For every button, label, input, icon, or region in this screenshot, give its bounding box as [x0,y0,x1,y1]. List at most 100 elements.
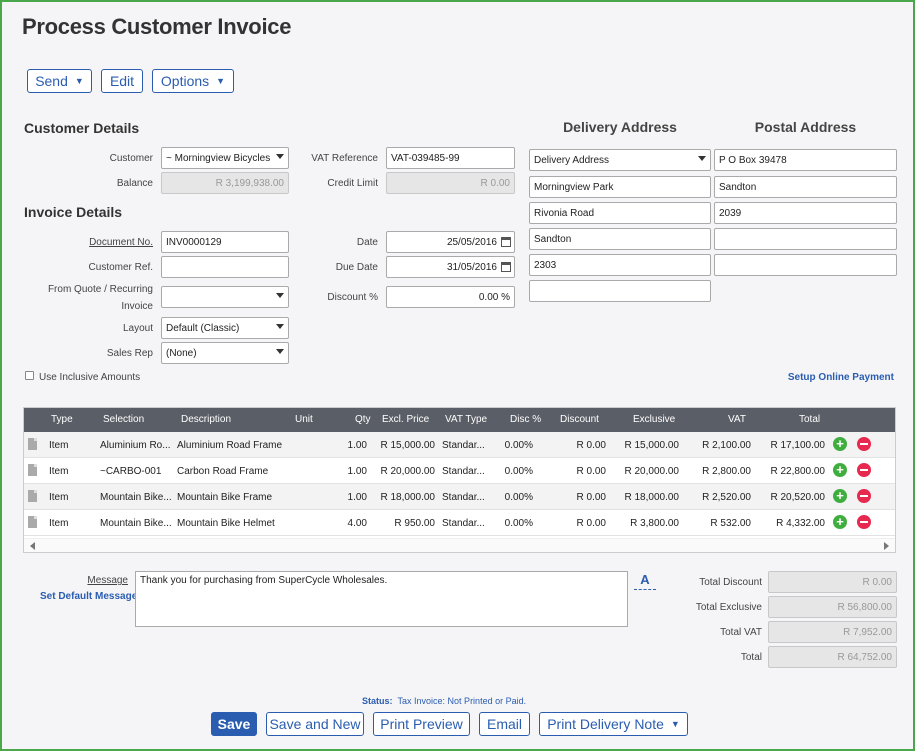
cell-total[interactable]: R 4,332.00 [776,518,825,529]
header-type[interactable]: Type [51,414,73,425]
cell-selection[interactable]: Aluminium Ro... [100,440,171,451]
table-row[interactable]: Item Mountain Bike... Mountain Bike Fram… [24,484,895,510]
delivery-address-line-3[interactable]: Sandton [529,228,711,250]
cell-exclusive[interactable]: R 3,800.00 [630,518,679,529]
cell-exclusive[interactable]: R 18,000.00 [625,492,680,503]
set-default-message-link[interactable]: Set Default Message [40,591,137,602]
header-unit[interactable]: Unit [295,414,313,425]
cell-type[interactable]: Item [49,466,68,477]
remove-row-icon[interactable] [857,515,871,529]
cell-description[interactable]: Mountain Bike Frame [177,492,272,503]
options-button[interactable]: Options ▼ [152,69,234,93]
cell-vat-type[interactable]: Standar... [442,518,485,529]
cell-discount[interactable]: R 0.00 [577,518,606,529]
document-icon[interactable] [28,516,37,528]
cell-selection[interactable]: Mountain Bike... [100,492,172,503]
postal-address-line-3[interactable]: 2039 [714,202,897,224]
cell-qty[interactable]: 1.00 [348,492,367,503]
postal-address-line-4[interactable] [714,228,897,250]
table-row[interactable]: Item Aluminium Ro... Aluminium Road Fram… [24,432,895,458]
vat-reference-input[interactable]: VAT-039485-99 [386,147,515,169]
cell-exclusive[interactable]: R 20,000.00 [625,466,680,477]
add-row-icon[interactable]: + [833,437,847,451]
cell-description[interactable]: Carbon Road Frame [177,466,268,477]
cell-total[interactable]: R 17,100.00 [771,440,826,451]
cell-type[interactable]: Item [49,518,68,529]
cell-vat-type[interactable]: Standar... [442,466,485,477]
delivery-address-select[interactable]: Delivery Address [529,149,711,171]
document-icon[interactable] [28,490,37,502]
cell-excl-price[interactable]: R 15,000.00 [381,440,436,451]
cell-excl-price[interactable]: R 18,000.00 [381,492,436,503]
customer-select[interactable]: ~ Morningview Bicycles [161,147,289,169]
header-description[interactable]: Description [181,414,231,425]
add-row-icon[interactable]: + [833,463,847,477]
cell-total[interactable]: R 22,800.00 [771,466,826,477]
inclusive-amounts-checkbox[interactable] [25,371,34,380]
cell-vat-type[interactable]: Standar... [442,440,485,451]
calendar-icon[interactable] [501,262,511,272]
cell-vat[interactable]: R 2,100.00 [702,440,751,451]
sales-rep-select[interactable]: (None) [161,342,289,364]
cell-disc-pct[interactable]: 0.00% [505,492,533,503]
header-selection[interactable]: Selection [103,414,144,425]
scroll-right-icon[interactable] [884,542,889,550]
cell-exclusive[interactable]: R 15,000.00 [625,440,680,451]
send-button[interactable]: Send ▼ [27,69,92,93]
cell-disc-pct[interactable]: 0.00% [505,518,533,529]
postal-address-line-2[interactable]: Sandton [714,176,897,198]
cell-type[interactable]: Item [49,440,68,451]
delivery-address-line-1[interactable]: Morningview Park [529,176,711,198]
table-row[interactable]: Item ~CARBO-001 Carbon Road Frame 1.00 R… [24,458,895,484]
cell-vat[interactable]: R 2,520.00 [702,492,751,503]
header-total[interactable]: Total [799,414,820,425]
cell-vat[interactable]: R 532.00 [710,518,751,529]
document-icon[interactable] [28,464,37,476]
document-no-input[interactable]: INV0000129 [161,231,289,253]
cell-excl-price[interactable]: R 950.00 [394,518,435,529]
cell-type[interactable]: Item [49,492,68,503]
header-disc-pct[interactable]: Disc % [510,414,541,425]
due-date-input[interactable]: 31/05/2016 [386,256,515,278]
delivery-address-line-5[interactable] [529,280,711,302]
cell-selection[interactable]: Mountain Bike... [100,518,172,529]
email-button[interactable]: Email [479,712,530,736]
layout-select[interactable]: Default (Classic) [161,317,289,339]
delivery-address-line-4[interactable]: 2303 [529,254,711,276]
postal-address-line-5[interactable] [714,254,897,276]
scroll-left-icon[interactable] [30,542,35,550]
from-quote-select[interactable] [161,286,289,308]
header-excl-price[interactable]: Excl. Price [382,414,429,425]
header-qty[interactable]: Qty [355,414,371,425]
remove-row-icon[interactable] [857,489,871,503]
save-and-new-button[interactable]: Save and New [266,712,364,736]
edit-button[interactable]: Edit [101,69,143,93]
delivery-address-line-2[interactable]: Rivonia Road [529,202,711,224]
add-row-icon[interactable]: + [833,489,847,503]
cell-discount[interactable]: R 0.00 [577,466,606,477]
font-format-icon[interactable]: A [634,572,656,590]
cell-qty[interactable]: 1.00 [348,466,367,477]
setup-online-payment-link[interactable]: Setup Online Payment [788,372,894,383]
date-input[interactable]: 25/05/2016 [386,231,515,253]
cell-description[interactable]: Mountain Bike Helmet [177,518,275,529]
cell-discount[interactable]: R 0.00 [577,440,606,451]
calendar-icon[interactable] [501,237,511,247]
cell-qty[interactable]: 4.00 [348,518,367,529]
cell-vat-type[interactable]: Standar... [442,492,485,503]
cell-vat[interactable]: R 2,800.00 [702,466,751,477]
header-vat[interactable]: VAT [728,414,746,425]
header-discount[interactable]: Discount [560,414,599,425]
header-exclusive[interactable]: Exclusive [633,414,675,425]
discount-input[interactable]: 0.00 % [386,286,515,308]
cell-selection[interactable]: ~CARBO-001 [100,466,161,477]
table-row[interactable]: Item Mountain Bike... Mountain Bike Helm… [24,510,895,536]
message-textarea[interactable]: Thank you for purchasing from SuperCycle… [135,571,628,627]
cell-disc-pct[interactable]: 0.00% [505,466,533,477]
cell-description[interactable]: Aluminium Road Frame [177,440,282,451]
cell-disc-pct[interactable]: 0.00% [505,440,533,451]
cell-discount[interactable]: R 0.00 [577,492,606,503]
remove-row-icon[interactable] [857,463,871,477]
cell-excl-price[interactable]: R 20,000.00 [381,466,436,477]
document-icon[interactable] [28,438,37,450]
